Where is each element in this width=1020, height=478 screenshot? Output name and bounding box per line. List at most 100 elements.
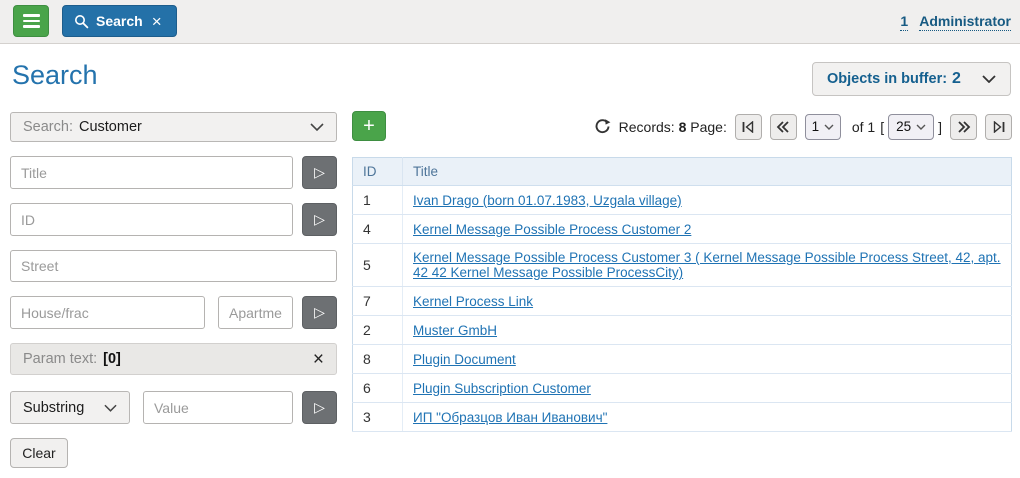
next-page-button[interactable]: [950, 114, 977, 140]
record-title-link[interactable]: ИП "Образцов Иван Иванович": [413, 410, 607, 425]
page-number-select[interactable]: 1: [805, 114, 841, 140]
substring-value: Substring: [23, 400, 84, 416]
chevron-down-icon: [916, 124, 926, 130]
hamburger-icon: [23, 14, 40, 17]
main-menu-button[interactable]: [13, 5, 49, 37]
record-title-link[interactable]: Ivan Drago (born 01.07.1983, Uzgala vill…: [413, 193, 682, 208]
run-title-search-button[interactable]: ▷: [302, 156, 337, 189]
bracket-close: ]: [938, 119, 942, 135]
of-pages-label: of 1: [852, 119, 875, 135]
run-address-search-button[interactable]: ▷: [302, 296, 337, 329]
user-area: 1 Administrator: [900, 12, 1011, 31]
substring-select[interactable]: Substring: [10, 391, 130, 424]
results-area: + Records: 8 Page:: [352, 111, 1012, 432]
record-id: 8: [353, 345, 403, 374]
record-title-link[interactable]: Kernel Message Possible Process Customer…: [413, 222, 691, 237]
play-icon: ▷: [314, 399, 325, 416]
tab-search-label: Search: [96, 13, 143, 29]
add-record-button[interactable]: +: [352, 111, 386, 141]
record-title-link[interactable]: Muster GmbH: [413, 323, 497, 338]
buffer-label: Objects in buffer:: [827, 71, 947, 87]
record-id: 6: [353, 374, 403, 403]
hamburger-icon: [23, 25, 40, 28]
prev-page-button[interactable]: [770, 114, 797, 140]
param-clear-icon[interactable]: ×: [313, 350, 324, 369]
first-page-button[interactable]: [735, 114, 762, 140]
page-title: Search: [12, 60, 98, 91]
chevron-down-icon: [310, 123, 324, 131]
plus-icon: +: [363, 116, 375, 136]
table-row: 8 Plugin Document: [353, 345, 1012, 374]
results-table: ID Title 1 Ivan Drago (born 01.07.1983, …: [352, 157, 1012, 432]
last-page-icon: [992, 121, 1006, 133]
record-title-link[interactable]: Kernel Message Possible Process Customer…: [413, 250, 1001, 280]
record-id: 3: [353, 403, 403, 432]
records-count: 8: [679, 119, 687, 135]
table-row: 6 Plugin Subscription Customer: [353, 374, 1012, 403]
param-text-count: [0]: [103, 351, 121, 367]
run-value-search-button[interactable]: ▷: [302, 391, 337, 424]
column-header-title[interactable]: Title: [403, 158, 1012, 186]
page-label: Page:: [690, 119, 727, 135]
record-id: 5: [353, 244, 403, 287]
search-type-select[interactable]: Search: Customer: [10, 112, 337, 142]
table-row: 1 Ivan Drago (born 01.07.1983, Uzgala vi…: [353, 186, 1012, 215]
tab-close-icon[interactable]: ×: [152, 13, 162, 30]
record-id: 2: [353, 316, 403, 345]
results-toolbar: + Records: 8 Page:: [352, 111, 1012, 141]
tab-search[interactable]: Search ×: [62, 5, 177, 37]
top-bar: Search × 1 Administrator: [0, 0, 1020, 44]
table-row: 3 ИП "Образцов Иван Иванович": [353, 403, 1012, 432]
first-page-icon: [741, 121, 755, 133]
table-row: 4 Kernel Message Possible Process Custom…: [353, 215, 1012, 244]
clear-button[interactable]: Clear: [10, 438, 68, 468]
chevron-down-icon: [104, 404, 117, 412]
record-title-link[interactable]: Plugin Subscription Customer: [413, 381, 591, 396]
table-header-row: ID Title: [353, 158, 1012, 186]
street-field[interactable]: [10, 250, 337, 282]
pagination-bar: Records: 8 Page: 1: [594, 113, 1012, 140]
title-field[interactable]: [10, 156, 293, 189]
search-type-value: Customer: [79, 119, 142, 135]
buffer-count: 2: [952, 70, 961, 88]
column-header-id[interactable]: ID: [353, 158, 403, 186]
search-type-label: Search:: [23, 119, 73, 135]
page-size-value: 25: [896, 119, 911, 134]
page-size-select[interactable]: 25: [888, 114, 934, 140]
play-icon: ▷: [314, 211, 325, 228]
search-panel: Search: Customer ▷ ▷: [10, 112, 337, 468]
double-chevron-left-icon: [776, 121, 790, 133]
hamburger-icon: [23, 20, 40, 23]
table-row: 5 Kernel Message Possible Process Custom…: [353, 244, 1012, 287]
clear-button-label: Clear: [22, 445, 55, 461]
play-icon: ▷: [314, 164, 325, 181]
last-page-button[interactable]: [985, 114, 1012, 140]
table-row: 2 Muster GmbH: [353, 316, 1012, 345]
run-id-search-button[interactable]: ▷: [302, 203, 337, 236]
bracket-open: [: [880, 119, 884, 135]
chevron-down-icon: [824, 124, 834, 130]
record-id: 1: [353, 186, 403, 215]
chevron-down-icon: [982, 75, 996, 83]
objects-in-buffer-dropdown[interactable]: Objects in buffer: 2: [812, 62, 1011, 96]
double-chevron-right-icon: [957, 121, 971, 133]
record-id: 7: [353, 287, 403, 316]
table-row: 7 Kernel Process Link: [353, 287, 1012, 316]
apartment-field[interactable]: [218, 296, 293, 329]
page-number-value: 1: [812, 119, 820, 134]
record-id: 4: [353, 215, 403, 244]
house-field[interactable]: [10, 296, 205, 329]
record-title-link[interactable]: Plugin Document: [413, 352, 516, 367]
records-label: Records:: [619, 119, 675, 135]
search-icon: [74, 14, 89, 29]
record-title-link[interactable]: Kernel Process Link: [413, 294, 533, 309]
play-icon: ▷: [314, 304, 325, 321]
refresh-icon[interactable]: [594, 118, 611, 135]
id-field[interactable]: [10, 203, 293, 236]
user-name-link[interactable]: Administrator: [919, 12, 1011, 31]
value-field[interactable]: [143, 391, 293, 424]
user-id-link[interactable]: 1: [900, 12, 908, 31]
param-text-bar: Param text: [0] ×: [10, 343, 337, 375]
search-page: Search × 1 Administrator Search Objects …: [0, 0, 1020, 478]
param-text-label: Param text:: [23, 351, 97, 367]
